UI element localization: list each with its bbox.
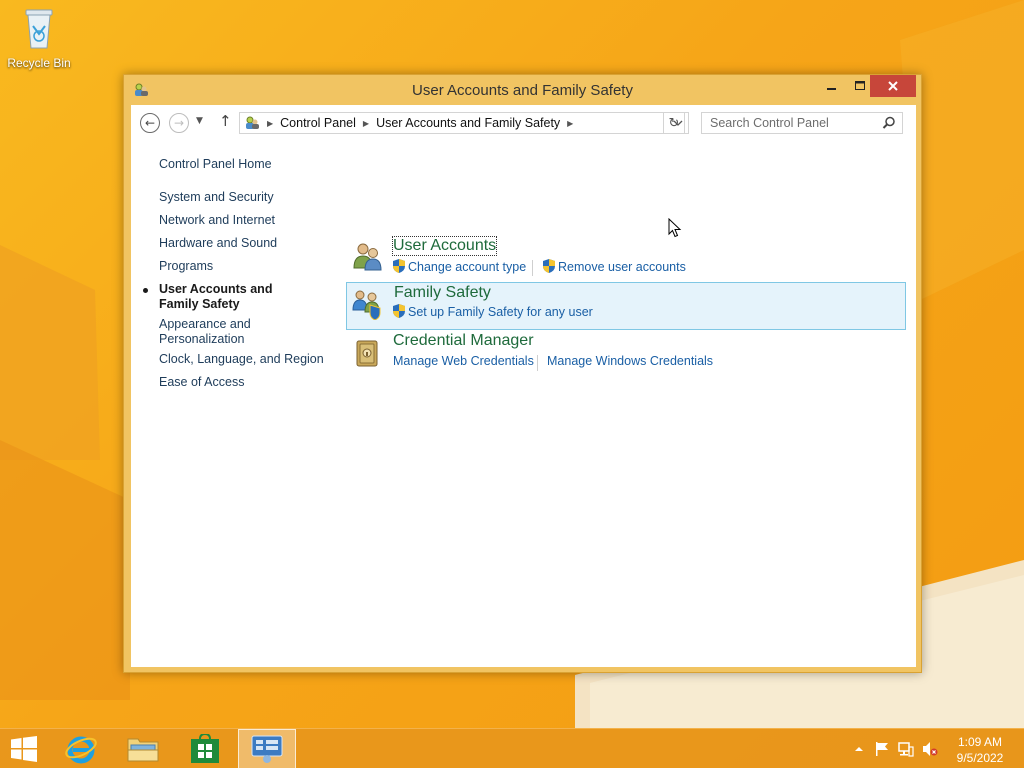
clock[interactable]: 1:09 AM 9/5/2022 bbox=[950, 734, 1010, 766]
up-button[interactable]: ↑ bbox=[219, 112, 232, 130]
task-divider bbox=[537, 355, 538, 371]
nav-user-accounts-current: User Accounts and Family Safety bbox=[143, 282, 309, 312]
user-accounts-title[interactable]: User Accounts bbox=[391, 236, 498, 256]
close-icon bbox=[888, 81, 898, 91]
title-bar[interactable]: User Accounts and Family Safety bbox=[124, 75, 921, 105]
control-panel-icon bbox=[244, 115, 260, 131]
flag-icon bbox=[876, 742, 888, 756]
clock-date: 9/5/2022 bbox=[956, 751, 1004, 765]
forward-button[interactable]: → bbox=[169, 113, 189, 133]
search-input[interactable]: Search Control Panel bbox=[701, 112, 903, 134]
search-placeholder: Search Control Panel bbox=[710, 116, 829, 130]
remove-user-accounts-link[interactable]: Remove user accounts bbox=[543, 259, 686, 274]
nav-clock-language-region[interactable]: Clock, Language, and Region bbox=[159, 352, 329, 367]
volume-button[interactable] bbox=[922, 741, 938, 757]
minimize-icon bbox=[827, 88, 836, 90]
nav-network-and-internet[interactable]: Network and Internet bbox=[159, 213, 329, 228]
task-divider bbox=[532, 260, 533, 276]
refresh-icon: ↻ bbox=[668, 115, 680, 131]
mouse-cursor-icon bbox=[668, 218, 682, 238]
file-explorer-icon bbox=[127, 738, 159, 762]
internet-explorer-icon bbox=[65, 736, 97, 764]
shield-icon bbox=[393, 259, 405, 273]
recycle-bin[interactable]: Recycle Bin bbox=[4, 6, 74, 76]
taskbar-internet-explorer[interactable] bbox=[56, 729, 106, 768]
chevron-right-icon[interactable]: ▶ bbox=[567, 119, 573, 128]
forward-arrow-icon: → bbox=[173, 116, 185, 130]
navigation-bar: ← → ▼ ↑ ▶ Control Panel ▶ User Accounts … bbox=[131, 105, 916, 141]
remove-user-accounts-label: Remove user accounts bbox=[558, 260, 686, 274]
change-account-type-label: Change account type bbox=[408, 260, 527, 274]
action-center-button[interactable] bbox=[874, 741, 890, 757]
refresh-button[interactable]: ↻ bbox=[663, 112, 685, 134]
taskbar: 1:09 AM 9/5/2022 bbox=[0, 728, 1024, 768]
nav-control-panel-home[interactable]: Control Panel Home bbox=[159, 157, 329, 172]
close-button[interactable] bbox=[870, 75, 916, 97]
shield-icon bbox=[393, 304, 405, 318]
breadcrumb-user-accounts[interactable]: User Accounts and Family Safety bbox=[376, 116, 560, 130]
user-accounts-icon[interactable] bbox=[351, 240, 383, 272]
store-icon bbox=[191, 734, 219, 763]
nav-programs[interactable]: Programs bbox=[159, 259, 329, 274]
category-user-accounts: User Accounts Change account type Remove… bbox=[346, 234, 906, 282]
set-up-family-safety-link[interactable]: Set up Family Safety for any user bbox=[393, 304, 593, 319]
start-icon bbox=[11, 736, 37, 762]
family-safety-icon[interactable] bbox=[351, 288, 383, 321]
manage-web-credentials-link[interactable]: Manage Web Credentials bbox=[393, 354, 534, 368]
credential-manager-title[interactable]: Credential Manager bbox=[393, 332, 534, 350]
category-credential-manager: Credential Manager Manage Web Credential… bbox=[346, 330, 906, 378]
chevron-right-icon[interactable]: ▶ bbox=[363, 119, 369, 128]
show-hidden-icons-button[interactable] bbox=[851, 741, 867, 757]
start-button[interactable] bbox=[0, 729, 48, 768]
recycle-bin-label: Recycle Bin bbox=[7, 56, 71, 70]
chevron-right-icon[interactable]: ▶ bbox=[267, 119, 273, 128]
set-up-family-safety-label: Set up Family Safety for any user bbox=[408, 305, 593, 319]
nav-appearance-and-personalization[interactable]: Appearance and Personalization bbox=[159, 317, 269, 347]
shield-icon bbox=[543, 259, 555, 273]
nav-ease-of-access[interactable]: Ease of Access bbox=[159, 375, 329, 390]
control-panel-window: User Accounts and Family Safety ← → ▼ ↑ bbox=[123, 74, 922, 673]
recycle-bin-icon bbox=[22, 6, 56, 50]
volume-muted-icon bbox=[923, 742, 938, 756]
chevron-up-icon bbox=[855, 747, 863, 751]
content-pane: Control Panel Home System and Security N… bbox=[131, 141, 916, 667]
nav-hardware-and-sound[interactable]: Hardware and Sound bbox=[159, 236, 329, 251]
credential-manager-icon[interactable] bbox=[351, 336, 383, 368]
network-button[interactable] bbox=[898, 741, 914, 757]
taskbar-control-panel[interactable] bbox=[238, 729, 296, 768]
current-bullet bbox=[143, 288, 148, 293]
back-arrow-icon: ← bbox=[144, 116, 156, 130]
change-account-type-link[interactable]: Change account type bbox=[393, 259, 526, 274]
maximize-icon bbox=[854, 80, 865, 90]
minimize-button[interactable] bbox=[818, 75, 846, 97]
search-icon[interactable] bbox=[882, 116, 896, 130]
nav-user-accounts-label: User Accounts and Family Safety bbox=[159, 282, 273, 311]
taskbar-file-explorer[interactable] bbox=[116, 729, 170, 768]
breadcrumb-control-panel[interactable]: Control Panel bbox=[280, 116, 356, 130]
window-title: User Accounts and Family Safety bbox=[412, 82, 633, 99]
nav-system-and-security[interactable]: System and Security bbox=[159, 190, 329, 205]
clock-time: 1:09 AM bbox=[957, 735, 1003, 749]
recent-locations-dropdown[interactable]: ▼ bbox=[196, 116, 203, 126]
taskbar-store[interactable] bbox=[178, 729, 232, 768]
family-safety-title[interactable]: Family Safety bbox=[394, 284, 491, 302]
address-bar[interactable]: ▶ Control Panel ▶ User Accounts and Fami… bbox=[239, 112, 689, 134]
control-panel-icon bbox=[251, 735, 283, 763]
back-button[interactable]: ← bbox=[140, 113, 160, 133]
network-icon bbox=[898, 742, 914, 757]
manage-windows-credentials-link[interactable]: Manage Windows Credentials bbox=[547, 354, 713, 368]
category-family-safety[interactable]: Family Safety Set up Family Safety for a… bbox=[346, 282, 906, 330]
